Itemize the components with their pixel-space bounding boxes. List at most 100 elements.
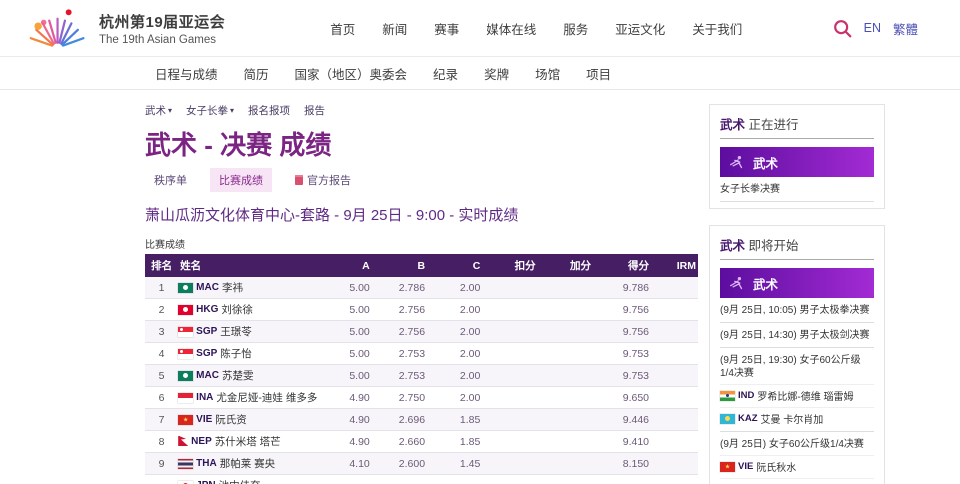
score-cell: 9.756 xyxy=(604,321,662,343)
table-row: 3SGP王璟苓5.002.7562.009.756 xyxy=(145,321,698,343)
irm-cell xyxy=(662,277,698,299)
tab-bar: 秩序单比赛成绩官方报告 xyxy=(145,168,698,192)
vie-flag-icon xyxy=(178,415,193,425)
event-title[interactable]: (9月 25日, 10:05) 男子太极拳决赛 xyxy=(720,304,874,317)
sport-banner[interactable]: 武术 xyxy=(720,147,874,177)
main-content: 武术▾女子长拳▾报名报项报告 武术 - 决赛 成绩 秩序单比赛成绩官方报告 萧山… xyxy=(145,90,698,484)
score-cell xyxy=(549,409,604,431)
top-nav-item[interactable]: 亚运文化 xyxy=(615,19,665,38)
sub-nav-item[interactable]: 简历 xyxy=(244,64,269,83)
sport-banner[interactable]: 武术 xyxy=(720,268,874,298)
event-title[interactable]: (9月 25日) 女子60公斤级1/4决赛 xyxy=(720,438,874,451)
noc-code: JPN xyxy=(196,480,215,484)
top-nav-item[interactable]: 赛事 xyxy=(434,19,459,38)
sidebar-box-live: 武术 正在进行武术女子长拳决赛 xyxy=(709,104,885,209)
sub-nav-item[interactable]: 国家（地区）奥委会 xyxy=(295,64,408,83)
athlete-name: 刘徐徐 xyxy=(221,302,253,317)
top-nav-item[interactable]: 首页 xyxy=(330,19,355,38)
top-nav-item[interactable]: 媒体在线 xyxy=(486,19,536,38)
score-cell: 2.660 xyxy=(383,431,438,453)
sub-nav-item[interactable]: 项目 xyxy=(586,64,611,83)
score-cell: 2.00 xyxy=(438,321,493,343)
athlete-cell: VIE阮氏资 xyxy=(178,409,336,431)
table-row: 6INA尤金尼娅-迪娃 维多多4.902.7502.009.650 xyxy=(145,387,698,409)
rank-cell: 7 xyxy=(145,409,178,431)
rank-cell: 2 xyxy=(145,299,178,321)
breadcrumb-item[interactable]: 武术▾ xyxy=(145,103,172,118)
score-cell: 2.753 xyxy=(383,365,438,387)
score-cell xyxy=(549,431,604,453)
tab-start-list[interactable]: 秩序单 xyxy=(145,168,196,192)
score-cell: 1.85 xyxy=(438,431,493,453)
irm-cell xyxy=(662,387,698,409)
score-cell xyxy=(493,431,548,453)
irm-cell xyxy=(662,343,698,365)
athlete-cell: THA那帕莱 赛央 xyxy=(178,453,336,475)
noc-code: SGP xyxy=(196,348,217,359)
logo-wrap[interactable]: 杭州第19届亚运会 The 19th Asian Games xyxy=(15,4,225,52)
column-header: 加分 xyxy=(549,254,604,277)
score-cell: 9.756 xyxy=(604,299,662,321)
table-row: 9THA那帕莱 赛央4.102.6001.458.150 xyxy=(145,453,698,475)
sub-nav-item[interactable]: 场馆 xyxy=(535,64,560,83)
vie-flag-icon xyxy=(720,462,735,472)
tha-flag-icon xyxy=(178,459,193,469)
score-cell xyxy=(438,475,493,484)
breadcrumb-item[interactable]: 报告 xyxy=(304,103,325,118)
chevron-down-icon: ▾ xyxy=(168,106,172,115)
noc-code: VIE xyxy=(196,414,212,425)
score-cell xyxy=(549,387,604,409)
session-line: 萧山瓜沥文化体育中心-套路 - 9月 25日 - 9:00 - 实时成绩 xyxy=(145,204,698,225)
event-title[interactable]: (9月 25日, 14:30) 男子太极剑决赛 xyxy=(720,329,874,342)
score-cell: 1.45 xyxy=(438,453,493,475)
lang-tc-link[interactable]: 繁體 xyxy=(893,19,918,38)
top-nav: 首页 新闻 赛事 媒体在线 服务 亚运文化 关于我们 xyxy=(330,19,742,38)
top-nav-item[interactable]: 新闻 xyxy=(382,19,407,38)
sidebar: 武术 正在进行武术女子长拳决赛武术 即将开始武术(9月 25日, 10:05) … xyxy=(709,90,885,484)
score-cell xyxy=(493,343,548,365)
sub-nav-item[interactable]: 纪录 xyxy=(433,64,458,83)
sub-nav: 日程与成绩 简历 国家（地区）奥委会 纪录 奖牌 场馆 项目 xyxy=(0,57,960,90)
search-icon[interactable] xyxy=(833,19,852,38)
noc-code: NEP xyxy=(191,436,212,447)
athlete-name: 那帕莱 赛央 xyxy=(220,456,275,471)
tab-official-report[interactable]: 官方报告 xyxy=(286,168,360,192)
sub-nav-item[interactable]: 奖牌 xyxy=(484,64,509,83)
top-nav-item[interactable]: 服务 xyxy=(563,19,588,38)
score-cell: 2.786 xyxy=(383,277,438,299)
top-nav-item[interactable]: 关于我们 xyxy=(692,19,742,38)
results-table: 排名姓名ABC扣分加分得分IRM 1MAC李祎5.002.7862.009.78… xyxy=(145,254,698,484)
score-cell xyxy=(493,475,548,484)
score-cell xyxy=(549,365,604,387)
table-row: 1MAC李祎5.002.7862.009.786 xyxy=(145,277,698,299)
event-title[interactable]: 女子长拳决赛 xyxy=(720,183,874,196)
score-cell: 2.756 xyxy=(383,299,438,321)
event-title[interactable]: (9月 25日, 19:30) 女子60公斤级1/4决赛 xyxy=(720,354,874,380)
score-cell: 5.00 xyxy=(336,343,383,365)
column-header: 得分 xyxy=(604,254,662,277)
sidebar-box-upcoming: 武术 即将开始武术(9月 25日, 10:05) 男子太极拳决赛(9月 25日,… xyxy=(709,225,885,484)
score-cell xyxy=(383,475,438,484)
ind-flag-icon xyxy=(720,391,735,401)
score-cell xyxy=(493,387,548,409)
score-cell: 2.00 xyxy=(438,299,493,321)
column-header: B xyxy=(383,254,438,277)
irm-cell xyxy=(662,475,698,484)
breadcrumb-item[interactable]: 女子长拳▾ xyxy=(186,103,234,118)
score-cell xyxy=(549,343,604,365)
tab-results[interactable]: 比赛成绩 xyxy=(210,168,272,192)
rank-cell: 4 xyxy=(145,343,178,365)
athlete-cell: JPN池内佳奈 xyxy=(178,475,336,484)
wushu-pictogram-icon xyxy=(728,276,745,291)
asian-games-logo xyxy=(15,4,89,52)
page-title: 武术 - 决赛 成绩 xyxy=(145,125,698,162)
table-row: 2HKG刘徐徐5.002.7562.009.756 xyxy=(145,299,698,321)
athlete-name: 李祎 xyxy=(222,280,243,295)
table-row: 8NEP苏什米塔 塔芒4.902.6601.859.410 xyxy=(145,431,698,453)
table-caption: 比赛成绩 xyxy=(145,236,698,251)
lang-en-link[interactable]: EN xyxy=(864,21,881,35)
breadcrumb-item[interactable]: 报名报项 xyxy=(248,103,290,118)
sub-nav-item[interactable]: 日程与成绩 xyxy=(155,64,218,83)
score-cell: 4.10 xyxy=(336,453,383,475)
table-row: JPN池内佳奈 xyxy=(145,475,698,484)
